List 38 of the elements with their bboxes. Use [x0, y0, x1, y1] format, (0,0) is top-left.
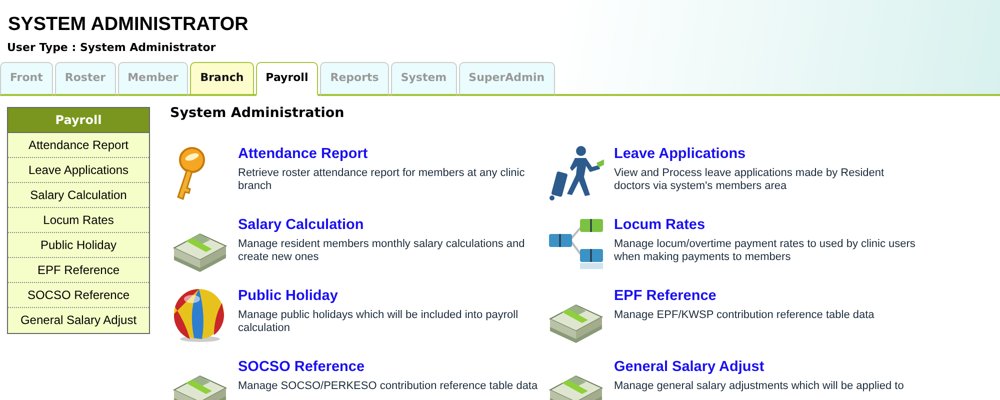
sidebar-item[interactable]: Public Holiday	[8, 233, 149, 258]
item-description: Retrieve roster attendance report for members at any clinic branch	[238, 166, 526, 193]
item-link[interactable]: General Salary Adjust	[614, 358, 764, 376]
item-link[interactable]: Locum Rates	[614, 216, 706, 234]
sidebar-item[interactable]: Attendance Report	[8, 133, 149, 158]
money-stack-icon	[172, 234, 228, 272]
item-link[interactable]: EPF Reference	[614, 287, 716, 306]
item-description: Manage public holidays which will be included into payroll calculation	[238, 308, 520, 335]
money-stack-icon	[548, 304, 604, 344]
money-stack-icon	[172, 376, 228, 400]
nav-tab[interactable]: Branch	[190, 62, 254, 96]
beach-ball-icon	[174, 289, 224, 342]
item-link[interactable]: Attendance Report	[238, 145, 368, 164]
traveler-icon	[550, 146, 604, 201]
item-link[interactable]: Public Holiday	[238, 287, 338, 306]
sidebar-item[interactable]: SOCSO Reference	[8, 283, 149, 308]
sidebar-item[interactable]: EPF Reference	[8, 258, 149, 283]
nav-tab[interactable]: Payroll	[256, 62, 318, 96]
section-heading: System Administration	[170, 104, 346, 123]
key-icon	[177, 147, 205, 200]
user-type-label: User Type : System Administrator	[6, 40, 217, 56]
item-link[interactable]: Leave Applications	[614, 145, 746, 164]
item-description: Manage locum/overtime payment rates to used by clinic users when making payments to members	[614, 238, 916, 264]
sidebar-item[interactable]: General Salary Adjust	[8, 308, 149, 333]
item-description: Manage resident members monthly salary calculations and create new ones	[238, 238, 526, 264]
sidebar-title: Payroll	[8, 108, 149, 133]
item-link[interactable]: Salary Calculation	[238, 216, 364, 234]
tree-diagram-icon	[549, 218, 603, 270]
item-description: Manage EPF/KWSP contribution reference table data	[614, 308, 876, 322]
page-title: SYSTEM ADMINISTRATOR	[7, 13, 250, 36]
sidebar-item[interactable]: Locum Rates	[8, 208, 149, 233]
item-description: Manage SOCSO/PERKESO contribution reference table data	[238, 380, 539, 393]
item-description: Manage general salary adjustments which will be applied to	[614, 380, 905, 393]
sidebar-item[interactable]: Leave Applications	[8, 158, 149, 183]
sidebar-item[interactable]: Salary Calculation	[8, 183, 149, 208]
money-stack-icon	[548, 376, 604, 400]
item-link[interactable]: SOCSO Reference	[238, 358, 365, 376]
item-description: View and Process leave applications made by Resident doctors via system's members area	[614, 166, 886, 193]
